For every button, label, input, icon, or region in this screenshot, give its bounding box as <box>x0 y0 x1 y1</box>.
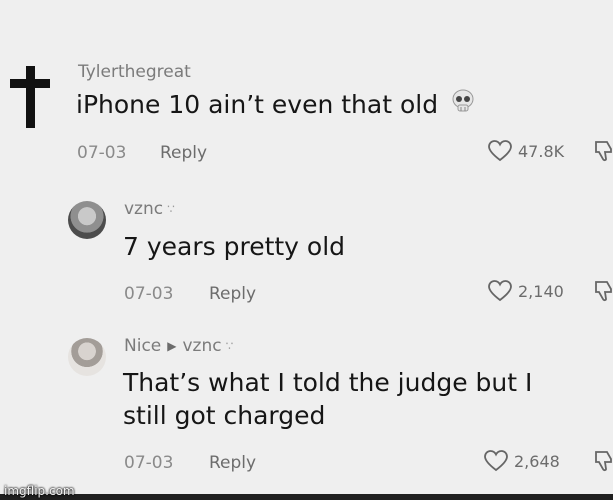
comment-date: 07-03 <box>124 453 174 473</box>
comment-username[interactable]: Tylerthegreat <box>78 62 191 82</box>
thumbs-down-icon[interactable] <box>594 450 613 472</box>
like-button[interactable]: 47.8K <box>488 140 564 162</box>
comment-username[interactable]: Nice <box>124 336 161 356</box>
thumbs-down-icon[interactable] <box>594 140 613 162</box>
watermark: imgflip.com <box>4 484 75 498</box>
heart-outline-icon <box>484 450 508 472</box>
bottom-divider <box>0 494 613 500</box>
reply-button[interactable]: Reply <box>209 284 256 304</box>
heart-outline-icon <box>488 140 512 162</box>
reply-arrow-icon: ▶ <box>167 339 177 353</box>
comment-text-line1: That’s what I told the judge but I <box>123 368 533 397</box>
reply-to-username[interactable]: vznc <box>182 336 221 356</box>
comment-date: 07-03 <box>124 284 174 304</box>
avatar-cross[interactable] <box>6 66 54 128</box>
like-count: 47.8K <box>518 141 565 161</box>
cross-icon <box>10 66 50 128</box>
comment-username[interactable]: vznc <box>124 199 163 219</box>
comment-username-row: vznc ∵ <box>124 199 175 219</box>
like-button[interactable]: 2,140 <box>488 280 564 302</box>
thumbs-down-icon[interactable] <box>594 280 613 302</box>
creator-badge-icon: ∵ <box>167 202 175 216</box>
like-count: 2,648 <box>514 451 560 471</box>
avatar[interactable] <box>68 201 106 239</box>
reply-button[interactable]: Reply <box>209 453 256 473</box>
reply-button[interactable]: Reply <box>160 143 207 163</box>
like-button[interactable]: 2,648 <box>484 450 560 472</box>
comment-text-line2: still got charged <box>123 401 326 430</box>
comment-text: 7 years pretty old <box>123 232 346 261</box>
comment-text: iPhone 10 ain’t even that old <box>76 88 476 122</box>
avatar[interactable] <box>68 338 106 376</box>
comment-username-row: Nice ▶ vznc ∵ <box>124 336 233 356</box>
heart-outline-icon <box>488 280 512 302</box>
like-count: 2,140 <box>518 281 564 301</box>
comment-date: 07-03 <box>77 143 127 163</box>
skull-emoji-icon <box>450 88 476 122</box>
creator-badge-icon: ∵ <box>225 339 234 353</box>
comment-text-content: iPhone 10 ain’t even that old <box>76 90 439 119</box>
